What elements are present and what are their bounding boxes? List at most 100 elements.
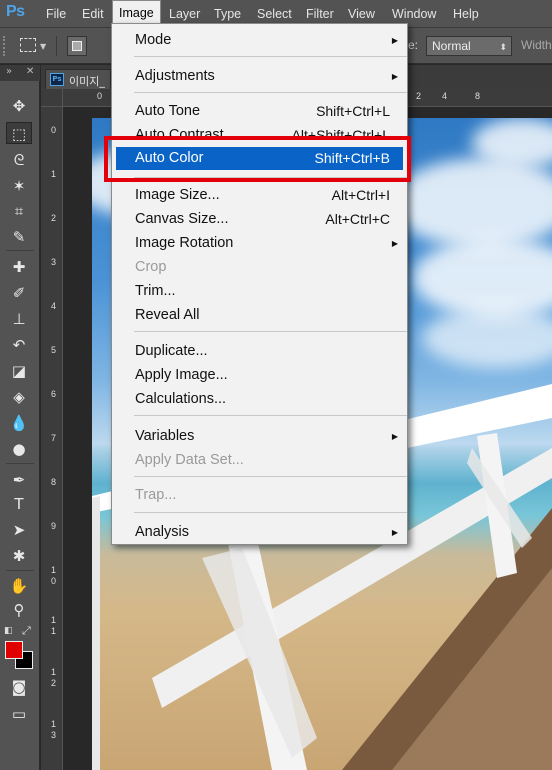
menu-item-label: Trap... — [135, 487, 177, 503]
magic-wand-icon[interactable]: ✶ — [6, 175, 32, 197]
image-menu-dropdown: Mode ▶ Adjustments ▶ Auto Tone Shift+Ctrl+L… — [111, 23, 408, 545]
ruler-label: 8 — [475, 91, 481, 101]
style-select[interactable]: Normal ⬍ — [426, 36, 512, 56]
submenu-arrow-icon: ▶ — [391, 72, 398, 81]
menu-item-adjustments[interactable]: Adjustments ▶ — [112, 65, 407, 88]
menu-item-reveal-all[interactable]: Reveal All — [112, 304, 407, 327]
menu-item-label: Mode — [135, 32, 172, 48]
stamp-icon[interactable]: ⊥ — [6, 308, 32, 330]
ruler-label: 4 — [51, 301, 57, 311]
tools-divider — [6, 250, 34, 251]
ruler-label: 4 — [442, 91, 448, 101]
menu-item-label: Auto Tone — [135, 103, 201, 119]
menu-item-calculations[interactable]: Calculations... — [112, 388, 407, 411]
zoom-icon[interactable]: ⚲ — [6, 599, 32, 621]
crop-icon[interactable]: ⌗ — [6, 200, 32, 222]
menu-item-label: Variables — [135, 428, 195, 444]
eyedropper-icon[interactable]: ✎ — [6, 226, 32, 248]
menu-item-variables[interactable]: Variables ▶ — [112, 425, 407, 448]
highlight-annotation-box — [104, 136, 411, 182]
menu-separator — [134, 56, 407, 57]
foreground-color-swatch[interactable] — [5, 641, 23, 659]
menu-item-mode[interactable]: Mode ▶ — [112, 29, 407, 52]
submenu-arrow-icon: ▶ — [391, 432, 398, 441]
menu-item-image-rotation[interactable]: Image Rotation ▶ — [112, 232, 407, 255]
menu-item-canvas-size[interactable]: Canvas Size... Alt+Ctrl+C — [112, 208, 407, 231]
menu-item-apply-data-set[interactable]: Apply Data Set... — [112, 449, 407, 472]
menu-item-image-size[interactable]: Image Size... Alt+Ctrl+I — [112, 184, 407, 207]
close-icon[interactable]: ✕ — [26, 66, 34, 77]
select-arrows-icon: ⬍ — [499, 42, 507, 52]
marquee-icon[interactable]: ⬚ — [6, 122, 32, 144]
menu-item-crop[interactable]: Crop — [112, 256, 407, 279]
menu-file[interactable]: File — [40, 0, 72, 28]
screen-mode-icon[interactable]: ▭ — [6, 703, 32, 725]
hand-icon[interactable]: ✋ — [6, 575, 32, 597]
quick-mask-icon[interactable]: ◙ — [6, 676, 32, 698]
chevron-down-icon[interactable]: ▼ — [40, 42, 46, 51]
photoshop-logo: Ps — [6, 3, 25, 20]
menu-separator — [134, 476, 407, 477]
options-grip[interactable] — [3, 36, 9, 56]
lasso-icon[interactable]: ᘓ — [6, 149, 32, 171]
ruler-label: 3 — [51, 257, 57, 267]
vertical-ruler[interactable]: 0 1 2 3 4 5 6 7 8 9 1 0 1 1 1 2 1 3 — [41, 107, 63, 770]
menu-item-trim[interactable]: Trim... — [112, 280, 407, 303]
menu-item-analysis[interactable]: Analysis ▶ — [112, 521, 407, 544]
menu-item-label: Apply Data Set... — [135, 452, 244, 468]
ruler-label: 1 1 — [51, 615, 57, 636]
shortcut-label: Shift+Ctrl+L — [316, 103, 390, 119]
brush-icon[interactable]: ✐ — [6, 282, 32, 304]
menu-item-label: Analysis — [135, 524, 189, 540]
document-tab[interactable]: Ps 이미지_ — [45, 69, 111, 89]
shape-icon[interactable]: ✱ — [6, 545, 32, 567]
menu-item-label: Canvas Size... — [135, 211, 229, 227]
menu-item-label: Reveal All — [135, 307, 200, 323]
new-selection-button[interactable] — [67, 36, 87, 56]
blur-icon[interactable]: 💧 — [6, 412, 32, 434]
default-colors-icon[interactable]: ◧ — [4, 626, 13, 636]
tools-divider — [6, 570, 34, 571]
swap-colors-icon[interactable]: ⤢ — [22, 624, 31, 638]
move-icon[interactable]: ✥ — [6, 95, 32, 117]
collapse-icon[interactable]: » — [6, 66, 12, 77]
ruler-label: 2 — [416, 91, 422, 101]
menu-separator — [134, 92, 407, 93]
menu-item-label: Trim... — [135, 283, 176, 299]
bucket-icon[interactable]: ◈ — [6, 386, 32, 408]
ruler-label: 1 3 — [51, 719, 57, 740]
marquee-preset-icon[interactable] — [20, 38, 36, 52]
menu-item-duplicate[interactable]: Duplicate... — [112, 340, 407, 363]
eraser-icon[interactable]: ◪ — [6, 360, 32, 382]
pen-icon[interactable]: ✒ — [6, 469, 32, 491]
history-brush-icon[interactable]: ↶ — [6, 334, 32, 356]
path-select-icon[interactable]: ➤ — [6, 519, 32, 541]
menu-item-auto-tone[interactable]: Auto Tone Shift+Ctrl+L — [112, 100, 407, 123]
ruler-label: 0 — [97, 91, 103, 101]
ps-document-icon: Ps — [50, 73, 64, 86]
shortcut-label: Alt+Ctrl+C — [325, 211, 390, 227]
menu-item-label: Crop — [135, 259, 167, 275]
options-divider — [56, 36, 57, 56]
menu-help[interactable]: Help — [447, 0, 485, 28]
type-icon[interactable]: T — [6, 493, 32, 515]
submenu-arrow-icon: ▶ — [391, 36, 398, 45]
healing-icon[interactable]: ✚ — [6, 256, 32, 278]
ruler-corner[interactable] — [41, 89, 63, 107]
menu-item-apply-image[interactable]: Apply Image... — [112, 364, 407, 387]
menu-item-label: Adjustments — [135, 68, 215, 84]
menu-item-label: Image Rotation — [135, 235, 234, 251]
menu-item-label: Duplicate... — [135, 343, 208, 359]
menu-item-trap[interactable]: Trap... — [112, 484, 407, 507]
menu-edit[interactable]: Edit — [76, 0, 110, 28]
menu-separator — [134, 415, 407, 416]
ruler-label: 5 — [51, 345, 57, 355]
ruler-label: 7 — [51, 433, 57, 443]
ruler-label: 0 — [51, 125, 57, 135]
document-title: 이미지_ — [69, 75, 105, 88]
shortcut-label: Alt+Ctrl+I — [331, 187, 390, 203]
tools-panel-header: » ✕ — [0, 65, 40, 81]
ruler-label: 6 — [51, 389, 57, 399]
menu-item-label: Apply Image... — [135, 367, 228, 383]
dodge-icon[interactable]: ● — [6, 438, 32, 460]
